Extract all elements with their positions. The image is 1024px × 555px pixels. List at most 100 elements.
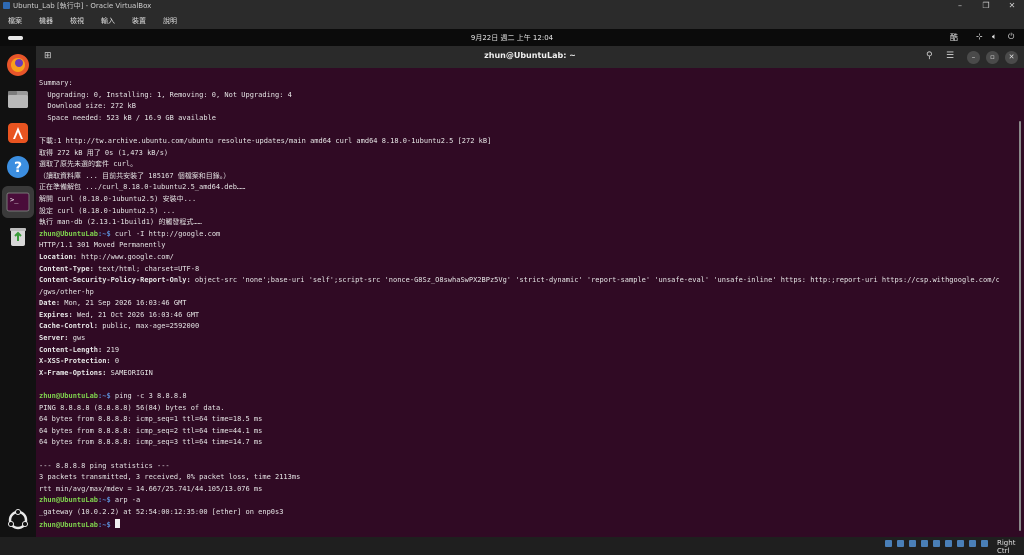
terminal-line: /gws/other-hp bbox=[39, 287, 94, 296]
terminal-minimize-button[interactable]: – bbox=[967, 51, 980, 64]
terminal-line: zhun@UbuntuLab:~$ ping -c 3 8.8.8.8 bbox=[39, 391, 999, 403]
terminal-scrollbar[interactable] bbox=[1019, 121, 1021, 531]
http-header-value: http://www.google.com/ bbox=[76, 252, 174, 261]
terminal-line: zhun@UbuntuLab:~$ curl -I http://google.… bbox=[39, 229, 999, 241]
terminal-line: 64 bytes from 8.8.8.8: icmp_seq=2 ttl=64… bbox=[39, 426, 263, 435]
prompt-user: zhun@UbuntuLab bbox=[39, 392, 99, 401]
vbox-status-bar: Right Ctrl bbox=[0, 537, 1024, 555]
terminal-line: Cache-Control: public, max-age=2592000 bbox=[39, 321, 999, 333]
terminal-line: 下載:1 http://tw.archive.ubuntu.com/ubuntu… bbox=[39, 136, 492, 145]
terminal-line: Location: http://www.google.com/ bbox=[39, 252, 999, 264]
terminal-window: ⊞ zhun@UbuntuLab: ~ ⚲ ☰ – ▫ ✕ Summary: U… bbox=[36, 46, 1024, 537]
http-header-name: Content-Length: bbox=[39, 345, 103, 354]
files-icon[interactable] bbox=[5, 86, 31, 112]
terminal-line: Space needed: 523 kB / 16.9 GB available bbox=[39, 113, 217, 122]
app-center-icon[interactable] bbox=[5, 120, 31, 146]
vbox-menu-bar: 檔案 機器 檢視 輸入 裝置 說明 bbox=[0, 12, 1024, 29]
prompt-user: zhun@UbuntuLab bbox=[39, 229, 99, 238]
terminal-line: Download size: 272 kB bbox=[39, 102, 136, 111]
recording-icon[interactable] bbox=[969, 540, 976, 547]
terminal-line: 正在準備解包 .../curl_8.18.0-1ubuntu2.5_amd64.… bbox=[39, 183, 246, 192]
menu-icon[interactable]: ☰ bbox=[946, 51, 954, 61]
terminal-line: 設定 curl (8.18.0-1ubuntu2.5) ... bbox=[39, 206, 176, 215]
http-header-value: object-src 'none';base-uri 'self';script… bbox=[190, 276, 999, 285]
restore-window-button[interactable]: ❐ bbox=[974, 0, 998, 12]
http-header-name: Cache-Control: bbox=[39, 322, 99, 331]
terminal-line: 選取了原先未選的套件 curl。 bbox=[39, 160, 138, 169]
http-header-value: Wed, 21 Oct 2026 16:03:46 GMT bbox=[72, 310, 200, 319]
menu-view[interactable]: 檢視 bbox=[70, 16, 84, 26]
terminal-line: 3 packets transmitted, 3 received, 0% pa… bbox=[39, 473, 301, 482]
firefox-icon[interactable] bbox=[5, 52, 31, 78]
power-icon[interactable]: ⏻ bbox=[1008, 32, 1014, 42]
menu-machine[interactable]: 機器 bbox=[39, 16, 53, 26]
menu-file[interactable]: 檔案 bbox=[8, 16, 22, 26]
menu-input[interactable]: 輸入 bbox=[101, 16, 115, 26]
terminal-maximize-button[interactable]: ▫ bbox=[986, 51, 999, 64]
http-header-value: Mon, 21 Sep 2026 16:03:46 GMT bbox=[60, 299, 187, 308]
terminal-line: _gateway (10.0.2.2) at 52:54:00:12:35:00… bbox=[39, 507, 284, 516]
audio-icon[interactable] bbox=[909, 540, 916, 547]
terminal-line: Server: gws bbox=[39, 333, 999, 345]
trash-icon[interactable] bbox=[5, 224, 31, 250]
terminal-line: 執行 man-db (2.13.1-1build1) 的觸發程式…… bbox=[39, 218, 202, 227]
command-text: arp -a bbox=[110, 496, 141, 505]
svg-text:?: ? bbox=[14, 160, 22, 176]
prompt-user: zhun@UbuntuLab bbox=[39, 496, 99, 505]
optical-drive-icon[interactable] bbox=[897, 540, 904, 547]
terminal-line: zhun@UbuntuLab:~$ arp -a bbox=[39, 495, 999, 507]
terminal-line: rtt min/avg/max/mdev = 14.667/25.741/44.… bbox=[39, 484, 263, 493]
http-header-name: X-Frame-Options: bbox=[39, 368, 107, 377]
terminal-close-button[interactable]: ✕ bbox=[1005, 51, 1018, 64]
terminal-line: --- 8.8.8.8 ping statistics --- bbox=[39, 461, 170, 470]
terminal-line: 取得 272 kB 用了 0s (1,473 kB/s) bbox=[39, 148, 169, 157]
terminal-line: Content-Type: text/html; charset=UTF-8 bbox=[39, 264, 999, 276]
menu-devices[interactable]: 裝置 bbox=[132, 16, 146, 26]
terminal-line: 64 bytes from 8.8.8.8: icmp_seq=1 ttl=64… bbox=[39, 415, 263, 424]
http-header-name: Content-Security-Policy-Report-Only: bbox=[39, 276, 191, 285]
network-icon[interactable]: ⊹ bbox=[976, 32, 983, 41]
http-header-value: 0 bbox=[110, 357, 120, 366]
http-header-value: text/html; charset=UTF-8 bbox=[93, 264, 200, 273]
search-icon[interactable]: ⚲ bbox=[926, 51, 933, 61]
http-header-value: public, max-age=2592000 bbox=[98, 322, 200, 331]
usb-icon[interactable] bbox=[933, 540, 940, 547]
prompt-path: :~$ bbox=[98, 392, 111, 401]
menu-help[interactable]: 說明 bbox=[163, 16, 177, 26]
terminal-line: X-XSS-Protection: 0 bbox=[39, 356, 999, 368]
terminal-line: Summary: bbox=[39, 79, 73, 87]
vbox-title-bar: Ubuntu_Lab [執行中] - Oracle VirtualBox – ❐… bbox=[0, 0, 1024, 12]
terminal-icon[interactable]: >_ bbox=[5, 189, 31, 215]
http-header-name: Expires: bbox=[39, 310, 73, 319]
http-header-value: 219 bbox=[102, 345, 120, 354]
clock[interactable]: 9月22日 週二 上午 12:04 bbox=[0, 33, 1024, 43]
mouse-integration-icon[interactable] bbox=[981, 540, 988, 547]
prompt-user: zhun@UbuntuLab bbox=[39, 520, 99, 529]
prompt-path: :~$ bbox=[98, 229, 111, 238]
input-method-indicator[interactable]: 酷 bbox=[950, 32, 958, 43]
volume-icon[interactable]: 🔈︎ bbox=[992, 32, 997, 42]
vbox-window-title: Ubuntu_Lab [執行中] - Oracle VirtualBox bbox=[13, 2, 152, 10]
minimize-window-button[interactable]: – bbox=[948, 0, 972, 12]
terminal-output[interactable]: Summary: Upgrading: 0, Installing: 1, Re… bbox=[39, 78, 999, 530]
shared-folders-icon[interactable] bbox=[945, 540, 952, 547]
prompt-path: :~$ bbox=[98, 496, 111, 505]
terminal-line: Content-Security-Policy-Report-Only: obj… bbox=[39, 275, 999, 287]
help-icon[interactable]: ? bbox=[5, 154, 31, 180]
hard-disk-icon[interactable] bbox=[885, 540, 892, 547]
terminal-line: PING 8.8.8.8 (8.8.8.8) 56(84) bytes of d… bbox=[39, 403, 225, 412]
text-cursor bbox=[114, 518, 120, 528]
http-header-name: Date: bbox=[39, 299, 61, 308]
show-apps-icon[interactable] bbox=[7, 509, 29, 531]
network-adapter-icon[interactable] bbox=[921, 540, 928, 547]
close-window-button[interactable]: ✕ bbox=[1000, 0, 1024, 12]
command-text: ping -c 3 8.8.8.8 bbox=[110, 392, 187, 401]
display-icon[interactable] bbox=[957, 540, 964, 547]
terminal-line: 解開 curl (8.18.0-1ubuntu2.5) 安裝中... bbox=[39, 194, 197, 203]
terminal-line: （讀取資料庫 ... 目前共安裝了 185167 個檔案和目錄。） bbox=[39, 171, 231, 180]
terminal-title: zhun@UbuntuLab: ~ bbox=[484, 51, 576, 60]
http-header-name: X-XSS-Protection: bbox=[39, 357, 111, 366]
host-key-label: Right Ctrl bbox=[997, 539, 1016, 555]
